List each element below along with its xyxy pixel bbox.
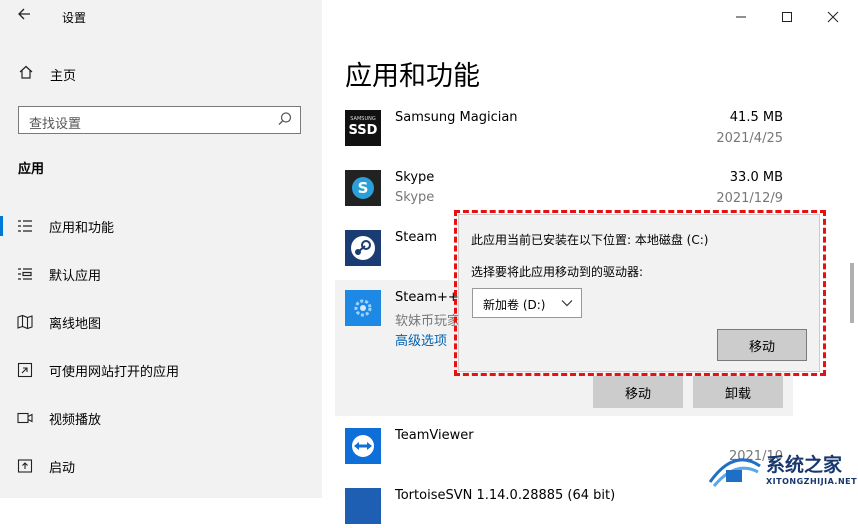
sidebar-item-label: 离线地图	[49, 316, 102, 332]
watermark-subtitle: XITONGZHIJIA.NET	[766, 477, 858, 486]
sidebar-item-label: 启动	[49, 460, 76, 476]
scrollbar-thumb[interactable]	[850, 263, 854, 323]
active-indicator	[0, 312, 3, 332]
home-icon	[18, 64, 34, 84]
app-name: TortoiseSVN 1.14.0.28885 (64 bit)	[395, 488, 616, 503]
watermark: 系统之家 XITONGZHIJIA.NET	[706, 448, 858, 494]
app-date: 2021/12/9	[716, 191, 783, 206]
sidebar-item-label: 应用和功能	[49, 220, 115, 236]
active-indicator	[0, 360, 3, 380]
app-name: Steam++	[395, 290, 459, 305]
watermark-title: 系统之家	[766, 454, 843, 476]
maximize-button[interactable]	[764, 0, 810, 34]
app-publisher: Skype	[395, 190, 435, 205]
sidebar-item-default-apps[interactable]: 默认应用	[0, 254, 322, 294]
teamviewer-icon	[345, 428, 381, 464]
tortoisesvn-icon	[345, 488, 381, 524]
app-date: 2021/4/25	[716, 131, 783, 146]
search-input[interactable]: 查找设置	[18, 106, 301, 134]
sidebar-item-label: 可使用网站打开的应用	[49, 364, 180, 380]
section-title: 应用	[18, 162, 45, 177]
sidebar-item-label: 视频播放	[49, 412, 102, 428]
app-size: 41.5 MB	[729, 110, 783, 125]
page-title: 应用和功能	[345, 61, 480, 92]
samsung-ssd-icon: SAMSUNG SSD	[345, 110, 381, 146]
offline-maps-icon	[17, 314, 33, 330]
apps-features-icon	[17, 218, 33, 234]
active-indicator	[0, 456, 3, 476]
app-name: Skype	[395, 170, 435, 185]
back-arrow-icon[interactable]	[13, 6, 35, 28]
list-item[interactable]: S Skype Skype 33.0 MB 2021/12/9	[345, 170, 785, 210]
minimize-icon	[736, 16, 746, 18]
active-indicator	[0, 264, 3, 284]
maximize-icon	[782, 12, 792, 22]
steam-icon	[345, 230, 381, 266]
steampp-icon	[345, 290, 381, 326]
window-title: 设置	[62, 11, 87, 25]
close-icon	[827, 11, 839, 23]
highlight-outline	[454, 210, 826, 376]
app-name: Steam	[395, 230, 437, 245]
watermark-logo-icon	[708, 458, 761, 487]
app-publisher: 软妹币玩家	[395, 314, 461, 329]
video-playback-icon	[17, 410, 33, 426]
advanced-options-link[interactable]: 高级选项	[395, 330, 447, 349]
app-size: 33.0 MB	[729, 170, 783, 185]
search-placeholder: 查找设置	[29, 117, 82, 132]
startup-icon	[17, 458, 33, 474]
ssd-text: SSD	[348, 123, 378, 138]
sidebar-item-apps-features[interactable]: 应用和功能	[0, 206, 322, 246]
sidebar-item-offline-maps[interactable]: 离线地图	[0, 302, 322, 342]
sidebar: 设置 主页 查找设置 应用 应用和功能 默认应用 离线地图 可使用网站打开的应用…	[0, 0, 322, 498]
sidebar-item-label: 默认应用	[49, 268, 102, 284]
minimize-button[interactable]	[718, 0, 764, 34]
search-icon[interactable]	[276, 110, 294, 128]
list-item[interactable]: TortoiseSVN 1.14.0.28885 (64 bit)	[345, 488, 785, 528]
home-link[interactable]: 主页	[18, 64, 76, 84]
apps-for-websites-icon	[17, 362, 33, 378]
sidebar-item-video-playback[interactable]: 视频播放	[0, 398, 322, 438]
move-button[interactable]: 移动	[593, 376, 683, 408]
active-indicator	[0, 216, 3, 236]
ssd-brand: SAMSUNG	[350, 116, 376, 122]
home-label: 主页	[50, 68, 77, 84]
skype-icon: S	[345, 170, 381, 206]
sidebar-item-startup[interactable]: 启动	[0, 446, 322, 486]
close-button[interactable]	[810, 0, 856, 34]
svg-text:S: S	[358, 179, 369, 197]
app-name: TeamViewer	[395, 428, 474, 443]
active-indicator	[0, 408, 3, 428]
uninstall-button[interactable]: 卸载	[693, 376, 783, 408]
app-name: Samsung Magician	[395, 110, 518, 125]
sidebar-item-apps-for-websites[interactable]: 可使用网站打开的应用	[0, 350, 322, 390]
list-item[interactable]: SAMSUNG SSD Samsung Magician 41.5 MB 202…	[345, 110, 785, 150]
default-apps-icon	[17, 266, 33, 282]
